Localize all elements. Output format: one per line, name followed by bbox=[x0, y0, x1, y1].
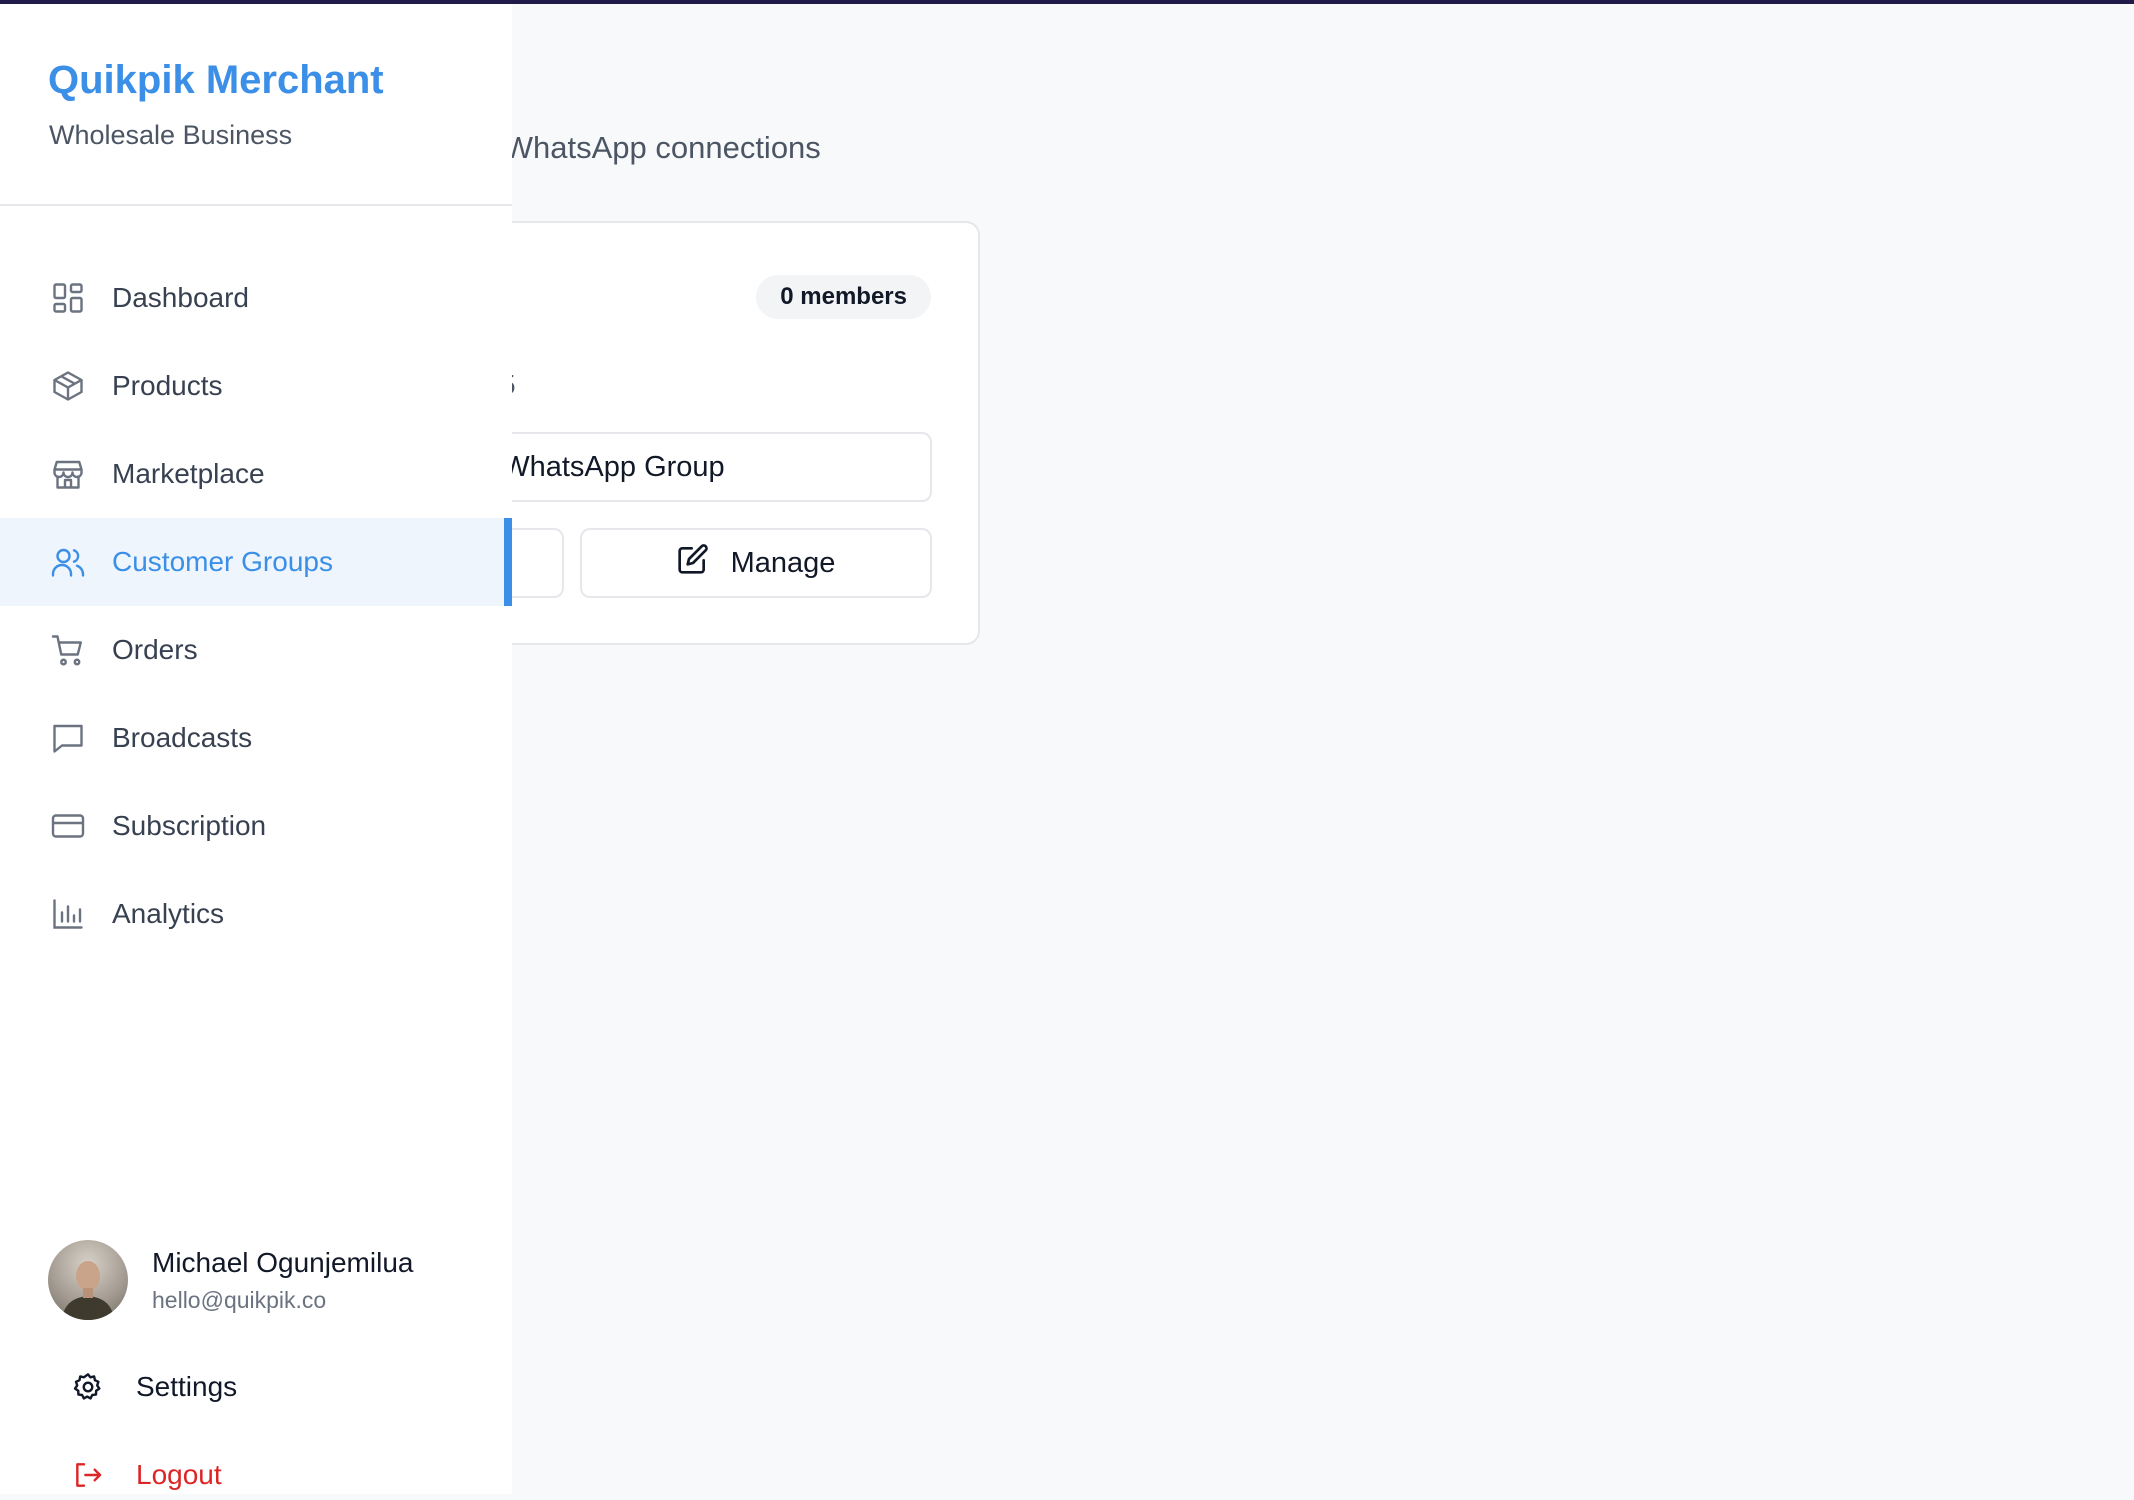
sidebar-item-label: Subscription bbox=[112, 810, 267, 841]
avatar bbox=[48, 1240, 128, 1320]
sidebar-item-orders[interactable]: Orders bbox=[0, 606, 512, 694]
sidebar: Quikpik Merchant Wholesale Business Dash… bbox=[0, 0, 512, 1494]
store-icon bbox=[48, 454, 88, 494]
brand-name[interactable]: Quikpik Merchant bbox=[48, 58, 384, 103]
manage-button-label: Manage bbox=[730, 546, 836, 579]
sidebar-item-label: Analytics bbox=[112, 898, 225, 929]
sidebar-item-label: Orders bbox=[112, 634, 198, 665]
logout-label: Logout bbox=[136, 1459, 222, 1490]
divider bbox=[0, 204, 512, 206]
settings-button[interactable]: Settings bbox=[70, 1362, 237, 1412]
user-name: Michael Ogunjemilua bbox=[152, 1246, 414, 1278]
sidebar-item-label: Marketplace bbox=[112, 458, 265, 489]
settings-label: Settings bbox=[136, 1371, 238, 1402]
cart-icon bbox=[48, 630, 88, 670]
box-icon bbox=[48, 366, 88, 406]
user-email: hello@quikpik.co bbox=[152, 1286, 327, 1313]
logout-button[interactable]: Logout bbox=[70, 1450, 222, 1500]
edit-icon bbox=[677, 543, 709, 583]
members-badge: 0 members bbox=[756, 275, 931, 319]
gear-icon bbox=[70, 1369, 106, 1405]
manage-button[interactable]: Manage bbox=[580, 528, 932, 598]
logout-icon bbox=[70, 1457, 106, 1493]
users-icon bbox=[48, 542, 88, 582]
bar-chart-icon bbox=[48, 894, 88, 934]
sidebar-item-label: Broadcasts bbox=[112, 722, 253, 753]
sidebar-item-products[interactable]: Products bbox=[0, 342, 512, 430]
sidebar-item-broadcasts[interactable]: Broadcasts bbox=[0, 694, 512, 782]
sidebar-item-analytics[interactable]: Analytics bbox=[0, 870, 512, 958]
sidebar-item-dashboard[interactable]: Dashboard bbox=[0, 254, 512, 342]
sidebar-nav: Dashboard Products Marketplace Customer … bbox=[0, 254, 512, 958]
grid-icon bbox=[48, 278, 88, 318]
user-profile[interactable]: Michael Ogunjemilua hello@quikpik.co bbox=[48, 1240, 413, 1320]
sidebar-item-label: Customer Groups bbox=[112, 546, 333, 577]
sidebar-item-label: Dashboard bbox=[112, 282, 249, 313]
business-type: Wholesale Business bbox=[49, 120, 293, 150]
top-border bbox=[0, 0, 2134, 4]
sidebar-item-marketplace[interactable]: Marketplace bbox=[0, 430, 512, 518]
sidebar-item-customer-groups[interactable]: Customer Groups bbox=[0, 518, 512, 606]
sidebar-item-label: Products bbox=[112, 370, 223, 401]
sidebar-item-subscription[interactable]: Subscription bbox=[0, 782, 512, 870]
credit-card-icon bbox=[48, 806, 88, 846]
message-icon bbox=[48, 718, 88, 758]
